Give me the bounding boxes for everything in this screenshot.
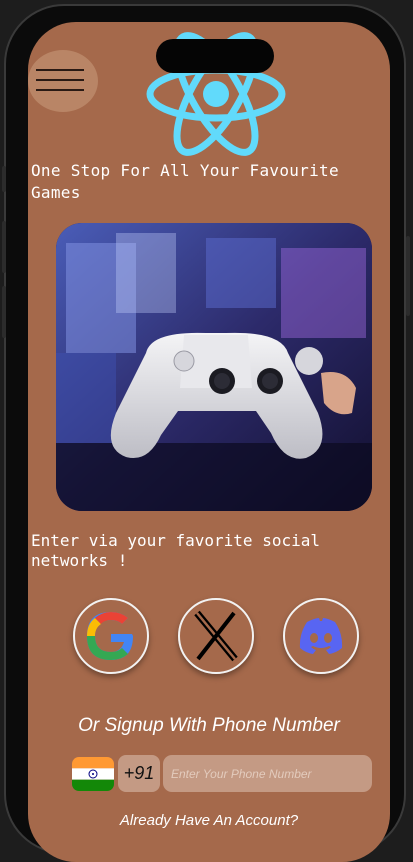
x-icon xyxy=(194,610,238,662)
already-have-account-link[interactable]: Already Have An Account? xyxy=(28,812,390,829)
x-login-button[interactable] xyxy=(178,598,254,674)
phone-signup-heading: Or Signup With Phone Number xyxy=(78,715,340,736)
phone-frame: One Stop For All Your Favourite Games En… xyxy=(2,4,410,862)
menu-icon xyxy=(36,79,84,81)
google-login-button[interactable] xyxy=(73,598,149,674)
phone-side-button xyxy=(2,221,6,273)
hero-gaming-image xyxy=(56,223,372,511)
india-flag-icon[interactable] xyxy=(72,757,114,791)
discord-icon xyxy=(299,618,343,654)
discord-login-button[interactable] xyxy=(283,598,359,674)
phone-number-input[interactable] xyxy=(163,755,372,792)
menu-button[interactable] xyxy=(28,50,98,112)
google-icon xyxy=(87,612,133,660)
tagline: One Stop For All Your Favourite Games xyxy=(31,161,339,202)
menu-icon xyxy=(36,69,84,71)
app-screen: One Stop For All Your Favourite Games En… xyxy=(28,22,390,862)
dynamic-island xyxy=(156,39,274,73)
country-code[interactable]: +91 xyxy=(118,755,160,792)
phone-side-button xyxy=(2,286,6,338)
social-prompt: Enter via your favorite social networks … xyxy=(31,531,320,570)
phone-side-button xyxy=(2,166,6,192)
menu-icon xyxy=(36,89,84,91)
phone-side-button xyxy=(406,236,410,316)
